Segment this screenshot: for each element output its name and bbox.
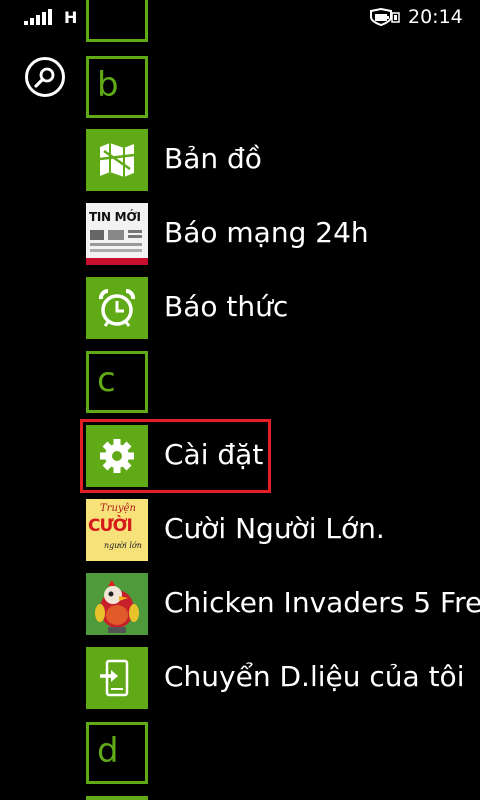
app-label: Báo thức: [164, 290, 289, 323]
letter-tile-d[interactable]: d: [86, 722, 148, 784]
network-type: H: [64, 8, 78, 27]
app-label: Báo mạng 24h: [164, 216, 369, 249]
search-button[interactable]: [25, 57, 65, 97]
app-label: Cười Người Lớn.: [164, 512, 385, 545]
search-icon: [34, 67, 55, 88]
tile-text-bottom: người lớn: [104, 541, 142, 550]
app-list[interactable]: b Bản đồ TIN MỚI Báo mạng 24h Báo thức c…: [86, 0, 480, 800]
app-label: Chuyển D.liệu của tôi: [164, 660, 465, 693]
letter-label: d: [97, 731, 119, 771]
app-item-settings[interactable]: Cài đặt: [86, 425, 480, 487]
comic-icon: Truyện CƯỜI người lớn: [86, 499, 148, 561]
app-item-transfer-data[interactable]: Chuyển D.liệu của tôi: [86, 647, 480, 709]
app-label: Bản đồ: [164, 142, 262, 175]
letter-tile-previous[interactable]: [86, 0, 148, 42]
app-label: Chicken Invaders 5 Free: [164, 586, 480, 619]
letter-tile-b[interactable]: b: [86, 56, 148, 118]
app-item-maps[interactable]: Bản đồ: [86, 129, 480, 191]
chicken-icon: [86, 573, 148, 635]
signal-strength-icon: [24, 9, 52, 25]
letter-label: c: [97, 360, 116, 400]
tile-text-main: CƯỜI: [88, 516, 133, 536]
tile-text: TIN MỚI: [89, 210, 141, 224]
app-tile-next[interactable]: [86, 796, 148, 800]
letter-tile-c[interactable]: c: [86, 351, 148, 413]
app-label: Cài đặt: [164, 438, 264, 471]
app-item-chicken-invaders[interactable]: Chicken Invaders 5 Free: [86, 573, 480, 635]
app-item-alarm[interactable]: Báo thức: [86, 277, 480, 339]
letter-label: b: [97, 65, 119, 105]
news-icon: TIN MỚI: [86, 203, 148, 265]
app-item-comic[interactable]: Truyện CƯỜI người lớn Cười Người Lớn.: [86, 499, 480, 561]
alarm-icon: [86, 277, 148, 339]
app-item-news[interactable]: TIN MỚI Báo mạng 24h: [86, 203, 480, 265]
settings-gear-icon: [86, 425, 148, 487]
tile-text-top: Truyện: [100, 503, 136, 514]
maps-icon: [86, 129, 148, 191]
transfer-data-icon: [86, 647, 148, 709]
